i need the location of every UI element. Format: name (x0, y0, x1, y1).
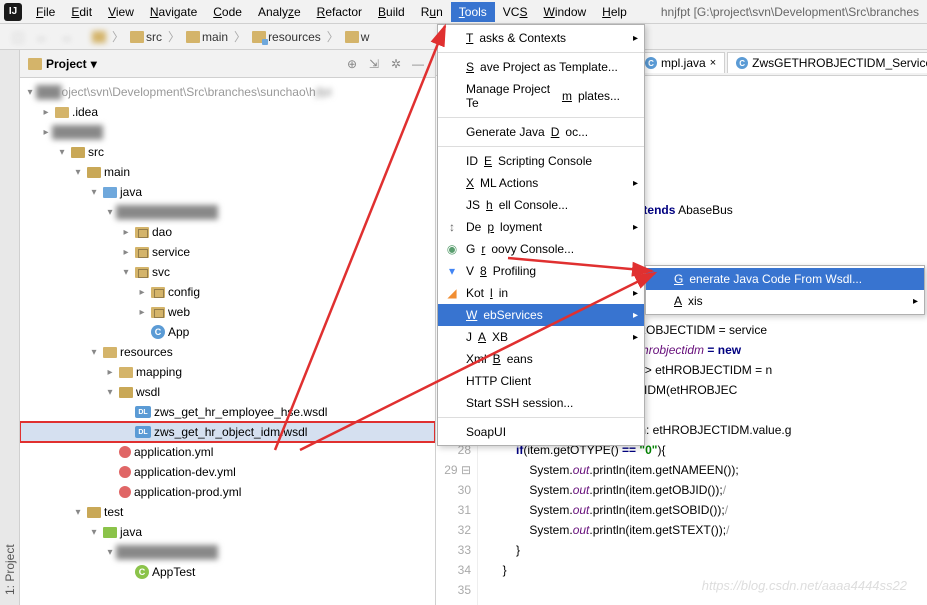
tree-yml-2[interactable]: application-dev.yml (20, 462, 435, 482)
tree-hidden1[interactable]: ▸██████ (20, 122, 435, 142)
menu-run[interactable]: Run (413, 2, 451, 22)
breadcrumb-root[interactable] (88, 29, 110, 45)
mi-v8[interactable]: ▾V8 Profiling▸ (438, 260, 644, 282)
toolbar-btn-2[interactable]: ← (32, 27, 52, 47)
mi-webservices[interactable]: WebServices▸ (438, 304, 644, 326)
tree-apptest[interactable]: CAppTest (20, 562, 435, 582)
tree-hidden-test-pkg[interactable]: ▾████████████ (20, 542, 435, 562)
tree-svc[interactable]: ▾svc (20, 262, 435, 282)
breadcrumb: 〉 src〉 main〉 resources〉 w (88, 28, 373, 46)
tree-main[interactable]: ▾main (20, 162, 435, 182)
menu-navigate[interactable]: Navigate (142, 2, 205, 22)
tree-yml-1[interactable]: application.yml (20, 442, 435, 462)
tree-app[interactable]: CApp (20, 322, 435, 342)
panel-btn-collapse[interactable]: ⇲ (365, 55, 383, 73)
mi-save-template[interactable]: Save Project as Template... (438, 56, 644, 78)
mi-tasks[interactable]: Tasks & Contexts▸ (438, 27, 644, 49)
tree-dao[interactable]: ▸dao (20, 222, 435, 242)
menu-build[interactable]: Build (370, 2, 413, 22)
editor-tab-1[interactable]: Cmpl.java × (636, 52, 725, 73)
mi-ssh[interactable]: Start SSH session... (438, 392, 644, 414)
editor-tab-2[interactable]: CZwsGETHROBJECTIDM_Service.j (727, 52, 927, 73)
menu-vcs[interactable]: VCS (495, 2, 536, 22)
menu-refactor[interactable]: Refactor (309, 2, 370, 22)
panel-btn-settings[interactable]: ✲ (387, 55, 405, 73)
breadcrumb-src[interactable]: src (126, 28, 166, 46)
menu-edit[interactable]: Edit (63, 2, 100, 22)
tree-resources[interactable]: ▾resources (20, 342, 435, 362)
project-panel: Project ▾ ⊕ ⇲ ✲ — ▾███oject\svn\Developm… (20, 50, 436, 605)
mi-http-client[interactable]: HTTP Client (438, 370, 644, 392)
panel-btn-hide[interactable]: — (409, 55, 427, 73)
menu-help[interactable]: Help (594, 2, 635, 22)
toolbar-btn-1[interactable]: ⬚ (8, 27, 28, 47)
project-panel-header: Project ▾ ⊕ ⇲ ✲ — (20, 50, 435, 78)
left-gutter[interactable]: 1: Project (0, 50, 20, 605)
tree-web[interactable]: ▸web (20, 302, 435, 322)
mi-ide-scripting[interactable]: IDE Scripting Console (438, 150, 644, 172)
menubar: IJ File Edit View Navigate Code Analyze … (0, 0, 927, 24)
tree-idea[interactable]: ▸.idea (20, 102, 435, 122)
menu-file[interactable]: File (28, 2, 63, 22)
mi-kotlin[interactable]: ◢Kotlin▸ (438, 282, 644, 304)
menu-view[interactable]: View (100, 2, 142, 22)
tree-wsdl-file-1[interactable]: DLzws_get_hr_employee_hse.wsdl (20, 402, 435, 422)
mi-jaxb[interactable]: JAXB▸ (438, 326, 644, 348)
breadcrumb-w[interactable]: w (341, 28, 374, 46)
mi-xml-actions[interactable]: XML Actions▸ (438, 172, 644, 194)
sidebar-tab-project[interactable]: 1: Project (3, 56, 17, 599)
tree-service[interactable]: ▸service (20, 242, 435, 262)
tree-src[interactable]: ▾src (20, 142, 435, 162)
mi-jshell[interactable]: JShell Console... (438, 194, 644, 216)
webservices-submenu: Generate Java Code From Wsdl... Axis▸ (645, 265, 925, 315)
tree-test[interactable]: ▾test (20, 502, 435, 522)
mi-gen-from-wsdl[interactable]: Generate Java Code From Wsdl... (646, 268, 924, 290)
tree-yml-3[interactable]: application-prod.yml (20, 482, 435, 502)
mi-deployment[interactable]: ↕Deployment▸ (438, 216, 644, 238)
watermark: https://blog.csdn.net/aaaa4444ss22 (702, 578, 907, 593)
tree-config[interactable]: ▸config (20, 282, 435, 302)
tree-hidden-pkg[interactable]: ▾████████████ (20, 202, 435, 222)
menu-tools[interactable]: Tools (451, 2, 495, 22)
project-tree[interactable]: ▾███oject\svn\Development\Src\branches\s… (20, 78, 435, 605)
breadcrumb-main[interactable]: main (182, 28, 232, 46)
toolbar-btn-3[interactable]: → (56, 27, 76, 47)
tree-wsdl-file-2[interactable]: DLzws_get_hr_object_idm.wsdl (20, 422, 435, 442)
project-path-label: hnjfpt [G:\project\svn\Development\Src\b… (661, 5, 923, 19)
mi-manage-templates[interactable]: Manage Project Templates... (438, 78, 644, 114)
mi-xmlbeans[interactable]: XmlBeans (438, 348, 644, 370)
menu-analyze[interactable]: Analyze (250, 2, 309, 22)
menu-window[interactable]: Window (535, 2, 594, 22)
tree-test-java[interactable]: ▾java (20, 522, 435, 542)
mi-gen-javadoc[interactable]: Generate JavaDoc... (438, 121, 644, 143)
tree-java[interactable]: ▾java (20, 182, 435, 202)
tree-root[interactable]: ▾███oject\svn\Development\Src\branches\s… (20, 82, 435, 102)
mi-axis[interactable]: Axis▸ (646, 290, 924, 312)
mi-soapui[interactable]: SoapUI (438, 421, 644, 443)
app-logo: IJ (4, 3, 22, 21)
panel-btn-target[interactable]: ⊕ (343, 55, 361, 73)
project-panel-title[interactable]: Project ▾ (28, 57, 97, 71)
breadcrumb-resources[interactable]: resources (248, 28, 325, 46)
tools-menu: Tasks & Contexts▸ Save Project as Templa… (437, 24, 645, 446)
mi-groovy[interactable]: ◉Groovy Console... (438, 238, 644, 260)
tree-wsdl-folder[interactable]: ▾wsdl (20, 382, 435, 402)
tree-mapping[interactable]: ▸mapping (20, 362, 435, 382)
menu-code[interactable]: Code (205, 2, 250, 22)
